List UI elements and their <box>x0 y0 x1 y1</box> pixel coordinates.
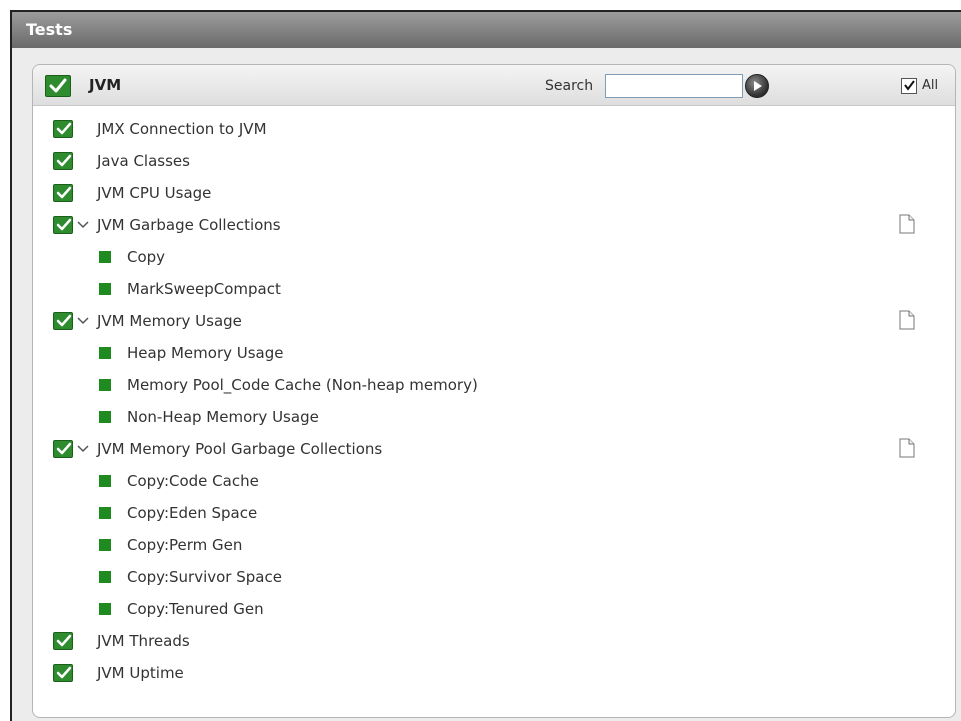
sub-item-copy-survivor-space[interactable]: Copy:Survivor Space <box>33 561 955 593</box>
checkbox-icon[interactable] <box>53 440 73 458</box>
select-all-label: All <box>922 78 939 93</box>
select-all-checkbox[interactable] <box>901 78 917 94</box>
sub-item-label: MarkSweepCompact <box>127 280 281 298</box>
jvm-panel: JVM Search All JMX Connection to JVM Jav… <box>32 64 956 718</box>
test-label: Java Classes <box>97 152 190 170</box>
sub-item-label: Copy:Tenured Gen <box>127 600 264 618</box>
test-item-jvm-memory-usage[interactable]: JVM Memory Usage <box>33 305 955 337</box>
test-label: JVM Threads <box>97 632 190 650</box>
test-item-jvm-memory-pool-gc[interactable]: JVM Memory Pool Garbage Collections <box>33 433 955 465</box>
search-go-button[interactable] <box>745 74 769 98</box>
checkbox-icon[interactable] <box>53 152 73 170</box>
sub-item-marker-icon <box>99 347 111 359</box>
test-label: JVM Memory Pool Garbage Collections <box>97 440 383 458</box>
test-item-jvm-uptime[interactable]: JVM Uptime <box>33 657 955 689</box>
sub-item-copy-perm-gen[interactable]: Copy:Perm Gen <box>33 529 955 561</box>
checkbox-icon[interactable] <box>53 664 73 682</box>
jvm-select-checkbox-icon[interactable] <box>45 75 71 97</box>
checkbox-icon[interactable] <box>53 632 73 650</box>
sub-item-copy[interactable]: Copy <box>33 241 955 273</box>
test-item-jmx-connection[interactable]: JMX Connection to JVM <box>33 113 955 145</box>
sub-item-label: Copy:Survivor Space <box>127 568 282 586</box>
sub-item-marker-icon <box>99 475 111 487</box>
sub-item-copy-eden-space[interactable]: Copy:Eden Space <box>33 497 955 529</box>
test-label: JVM Garbage Collections <box>97 216 281 234</box>
test-label: JVM CPU Usage <box>97 184 212 202</box>
sub-item-marksweepcompact[interactable]: MarkSweepCompact <box>33 273 955 305</box>
sub-item-marker-icon <box>99 379 111 391</box>
checkbox-icon[interactable] <box>53 120 73 138</box>
document-icon[interactable] <box>899 438 915 458</box>
chevron-down-icon[interactable] <box>77 317 89 325</box>
sub-item-label: Copy:Eden Space <box>127 504 258 522</box>
sub-item-marker-icon <box>99 507 111 519</box>
sub-item-label: Copy <box>127 248 166 266</box>
sub-item-label: Non-Heap Memory Usage <box>127 408 319 426</box>
window-title: Tests <box>12 12 961 48</box>
sub-item-marker-icon <box>99 539 111 551</box>
sub-item-marker-icon <box>99 571 111 583</box>
panel-title: JVM <box>89 76 122 94</box>
test-label: JMX Connection to JVM <box>97 120 267 138</box>
sub-item-label: Memory Pool_Code Cache (Non-heap memory) <box>127 376 478 394</box>
panel-header: JVM Search All <box>33 65 955 106</box>
sub-item-marker-icon <box>99 411 111 423</box>
checkbox-icon[interactable] <box>53 184 73 202</box>
sub-item-memory-pool-code-cache[interactable]: Memory Pool_Code Cache (Non-heap memory) <box>33 369 955 401</box>
test-item-java-classes[interactable]: Java Classes <box>33 145 955 177</box>
test-label: JVM Memory Usage <box>97 312 242 330</box>
play-icon <box>754 81 762 91</box>
checkbox-icon[interactable] <box>53 312 73 330</box>
sub-item-non-heap-memory-usage[interactable]: Non-Heap Memory Usage <box>33 401 955 433</box>
document-icon[interactable] <box>899 214 915 234</box>
sub-item-marker-icon <box>99 251 111 263</box>
search-input[interactable] <box>605 74 743 98</box>
sub-item-label: Copy:Perm Gen <box>127 536 243 554</box>
chevron-down-icon[interactable] <box>77 445 89 453</box>
checkbox-icon[interactable] <box>53 216 73 234</box>
sub-item-copy-tenured-gen[interactable]: Copy:Tenured Gen <box>33 593 955 625</box>
test-list: JMX Connection to JVM Java Classes JVM C… <box>33 113 955 689</box>
tests-window: Tests JVM Search All JMX Connection to J… <box>10 10 961 721</box>
test-item-jvm-garbage-collections[interactable]: JVM Garbage Collections <box>33 209 955 241</box>
test-item-jvm-threads[interactable]: JVM Threads <box>33 625 955 657</box>
sub-item-label: Heap Memory Usage <box>127 344 284 362</box>
sub-item-copy-code-cache[interactable]: Copy:Code Cache <box>33 465 955 497</box>
sub-item-heap-memory-usage[interactable]: Heap Memory Usage <box>33 337 955 369</box>
test-item-jvm-cpu-usage[interactable]: JVM CPU Usage <box>33 177 955 209</box>
checkmark-icon <box>904 80 915 91</box>
test-label: JVM Uptime <box>97 664 184 682</box>
search-label: Search <box>545 78 594 94</box>
sub-item-label: Copy:Code Cache <box>127 472 259 490</box>
chevron-down-icon[interactable] <box>77 221 89 229</box>
sub-item-marker-icon <box>99 603 111 615</box>
document-icon[interactable] <box>899 310 915 330</box>
sub-item-marker-icon <box>99 283 111 295</box>
